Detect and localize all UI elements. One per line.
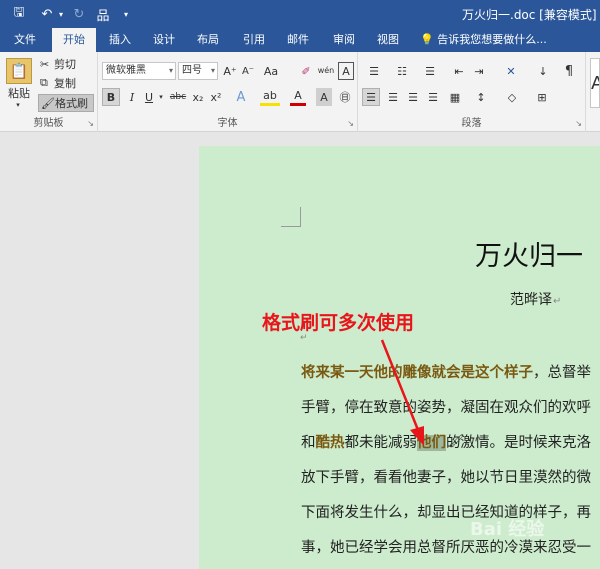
paintbrush-cursor-icon: 🖌	[448, 434, 465, 449]
arrow-head	[410, 426, 424, 446]
watermark: Bai 经验	[470, 519, 545, 540]
arrow-line	[380, 339, 420, 431]
annotation-arrow	[380, 339, 424, 446]
